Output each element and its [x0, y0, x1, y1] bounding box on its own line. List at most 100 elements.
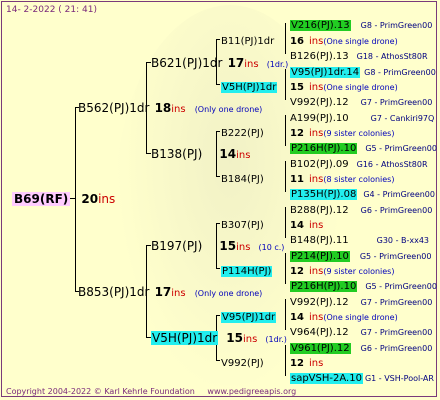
node-name: B853(PJ)1dr [78, 285, 150, 299]
g3-node[interactable]: B11(PJ)1dr [221, 33, 274, 48]
g4-node[interactable]: V216(PJ).13 G8 - PrimGreen00 [290, 17, 432, 32]
g2-node[interactable]: B197(PJ) 15ins (10 c.) [151, 239, 284, 254]
detail-ins: ins [309, 36, 324, 47]
g3-node[interactable]: B222(PJ) [221, 125, 264, 140]
node-gen: 17 [227, 56, 245, 70]
copyright-text: Copyright 2004-2022 © Karl Kehrle Founda… [6, 387, 195, 396]
detail-note: (8 sister colonies) [323, 175, 395, 184]
g3-node[interactable]: B307(PJ) [221, 217, 264, 232]
g2-node[interactable]: B138(PJ) 14ins [151, 147, 250, 162]
g4-node[interactable]: P214(PJ).10 G5 - PrimGreen00 [290, 248, 431, 263]
node-name: V964(PJ).12 [290, 327, 349, 338]
connector [285, 299, 286, 330]
detail-note: (9 sister colonies) [323, 267, 395, 276]
g3-detail: 16 ins(One single drone) [290, 33, 398, 48]
node-name: B307(PJ) [221, 220, 264, 231]
g3-node[interactable]: V95(PJ)1dr [221, 309, 277, 324]
g3-node[interactable]: B184(PJ) [221, 171, 264, 186]
detail-ins: ins [309, 82, 324, 93]
detail-gen: 16 [290, 36, 304, 47]
g4-node[interactable]: V992(PJ).12 G7 - PrimGreen00 [290, 94, 432, 109]
node-code: G5 - PrimGreen00 [365, 282, 437, 291]
node-code: G7 - PrimGreen00 [360, 298, 433, 307]
node-note: (10 c.) [258, 243, 285, 252]
connector [216, 131, 220, 132]
node-name: B197(PJ) [151, 239, 203, 253]
node-name: B126(PJ).13 [290, 51, 349, 62]
g3-node[interactable]: V5H(PJ)1dr [221, 79, 278, 94]
detail-gen: 15 [290, 82, 304, 93]
g4-node[interactable]: sapVSH-2A.10 G1 - VSH-Pool-AR [290, 370, 434, 385]
g4-node[interactable]: P135H(PJ).08 G4 - PrimGreen00 [290, 186, 435, 201]
g4-node[interactable]: V964(PJ).12 G7 - PrimGreen00 [290, 324, 432, 339]
node-name: sapVSH-2A.10 [290, 373, 363, 384]
node-code: G8 - PrimGreen00 [360, 21, 433, 30]
node-name: P216H(PJ).10 [290, 143, 358, 154]
node-code: G7 - PrimGreen00 [360, 98, 433, 107]
g4-node[interactable]: B288(PJ).12 G6 - PrimGreen00 [290, 202, 432, 217]
g4-node[interactable]: B102(PJ).09 G16 - AthosSt80R [290, 156, 428, 171]
node-code: G7 - Cankiri97Q [370, 114, 435, 123]
node-name: V5H(PJ)1dr [151, 331, 219, 345]
node-ins: ins [236, 242, 251, 253]
connector [285, 207, 286, 238]
g4-node[interactable]: V961(PJ).12 G6 - PrimGreen00 [290, 340, 432, 355]
g1-node[interactable]: B853(PJ)1dr 17ins (Only one drone) [78, 285, 262, 300]
g4-node[interactable]: V95(PJ)1dr.14 G8 - PrimGreen00 [290, 64, 436, 79]
node-name: V961(PJ).12 [290, 343, 351, 354]
g2-node[interactable]: B621(PJ)1dr 17ins (1dr.) [151, 56, 288, 71]
detail-ins: ins [309, 266, 324, 277]
date-header: 14- 2-2022 ( 21: 41) [6, 5, 97, 15]
detail-ins: ins [309, 128, 324, 139]
detail-note: (One single drone) [323, 313, 398, 322]
detail-gen: 12 [290, 128, 304, 139]
g3-detail: 14 ins [290, 217, 323, 232]
node-code: G6 - PrimGreen00 [360, 344, 433, 353]
g3-detail: 14 ins(One single drone) [290, 309, 398, 324]
detail-note: (One single drone) [323, 37, 398, 46]
g4-node[interactable]: V992(PJ).12 G7 - PrimGreen00 [290, 294, 432, 309]
g4-node[interactable]: B148(PJ).11 G30 - B-xx43 [290, 232, 429, 247]
node-code: G30 - B-xx43 [376, 236, 430, 245]
node-name: B148(PJ).11 [290, 235, 349, 246]
g1-node[interactable]: B562(PJ)1dr 18ins (Only one drone) [78, 101, 262, 116]
footer: Copyright 2004-2022 © Karl Kehrle Founda… [6, 386, 296, 398]
node-name: P135H(PJ).08 [290, 189, 358, 200]
node-name: V992(PJ) [221, 358, 264, 369]
node-name: P214(PJ).10 [290, 251, 350, 262]
node-name: B138(PJ) [151, 147, 203, 161]
node-gen: 18 [154, 101, 172, 115]
connector [216, 223, 220, 224]
g3-detail: 12 ins(9 sister colonies) [290, 263, 394, 278]
g4-node[interactable]: P216H(PJ).10 G5 - PrimGreen00 [290, 140, 437, 155]
node-code: G5 - PrimGreen00 [359, 252, 432, 261]
node-ins: ins [171, 288, 186, 299]
node-code: G16 - AthosSt80R [356, 160, 428, 169]
node-gen: 14 [219, 147, 237, 161]
detail-gen: 12 [290, 358, 304, 369]
node-name: P114H(PJ) [221, 266, 273, 277]
connector [285, 253, 286, 284]
node-gen: 15 [219, 239, 237, 253]
connector [285, 69, 286, 100]
site-link[interactable]: www.pedigreeapis.org [207, 387, 296, 396]
g3-node[interactable]: V992(PJ) [221, 355, 264, 370]
node-gen: 17 [154, 285, 172, 299]
node-name: A199(PJ).10 [290, 113, 349, 124]
g4-node[interactable]: P216H(PJ).10 G5 - PrimGreen00 [290, 278, 437, 293]
root-queen[interactable]: B69(RF) 20ins [12, 192, 115, 206]
detail-note: (One single drone) [323, 83, 398, 92]
detail-gen: 14 [290, 220, 304, 231]
g4-node[interactable]: A199(PJ).10 G7 - Cankiri97Q [290, 110, 434, 125]
detail-ins: ins [309, 220, 324, 231]
node-name: V216(PJ).13 [290, 20, 351, 31]
node-note: (Only one drone) [194, 105, 263, 114]
g4-node[interactable]: B126(PJ).13 G18 - AthosSt80R [290, 48, 428, 63]
g2-node[interactable]: V5H(PJ)1dr 15ins (1dr.) [151, 331, 287, 346]
node-ins: ins [244, 59, 259, 70]
detail-note: (9 sister colonies) [323, 129, 395, 138]
node-code: G18 - AthosSt80R [356, 52, 428, 61]
detail-gen: 14 [290, 312, 304, 323]
g3-node[interactable]: P114H(PJ) [221, 263, 273, 278]
detail-gen: 12 [290, 266, 304, 277]
